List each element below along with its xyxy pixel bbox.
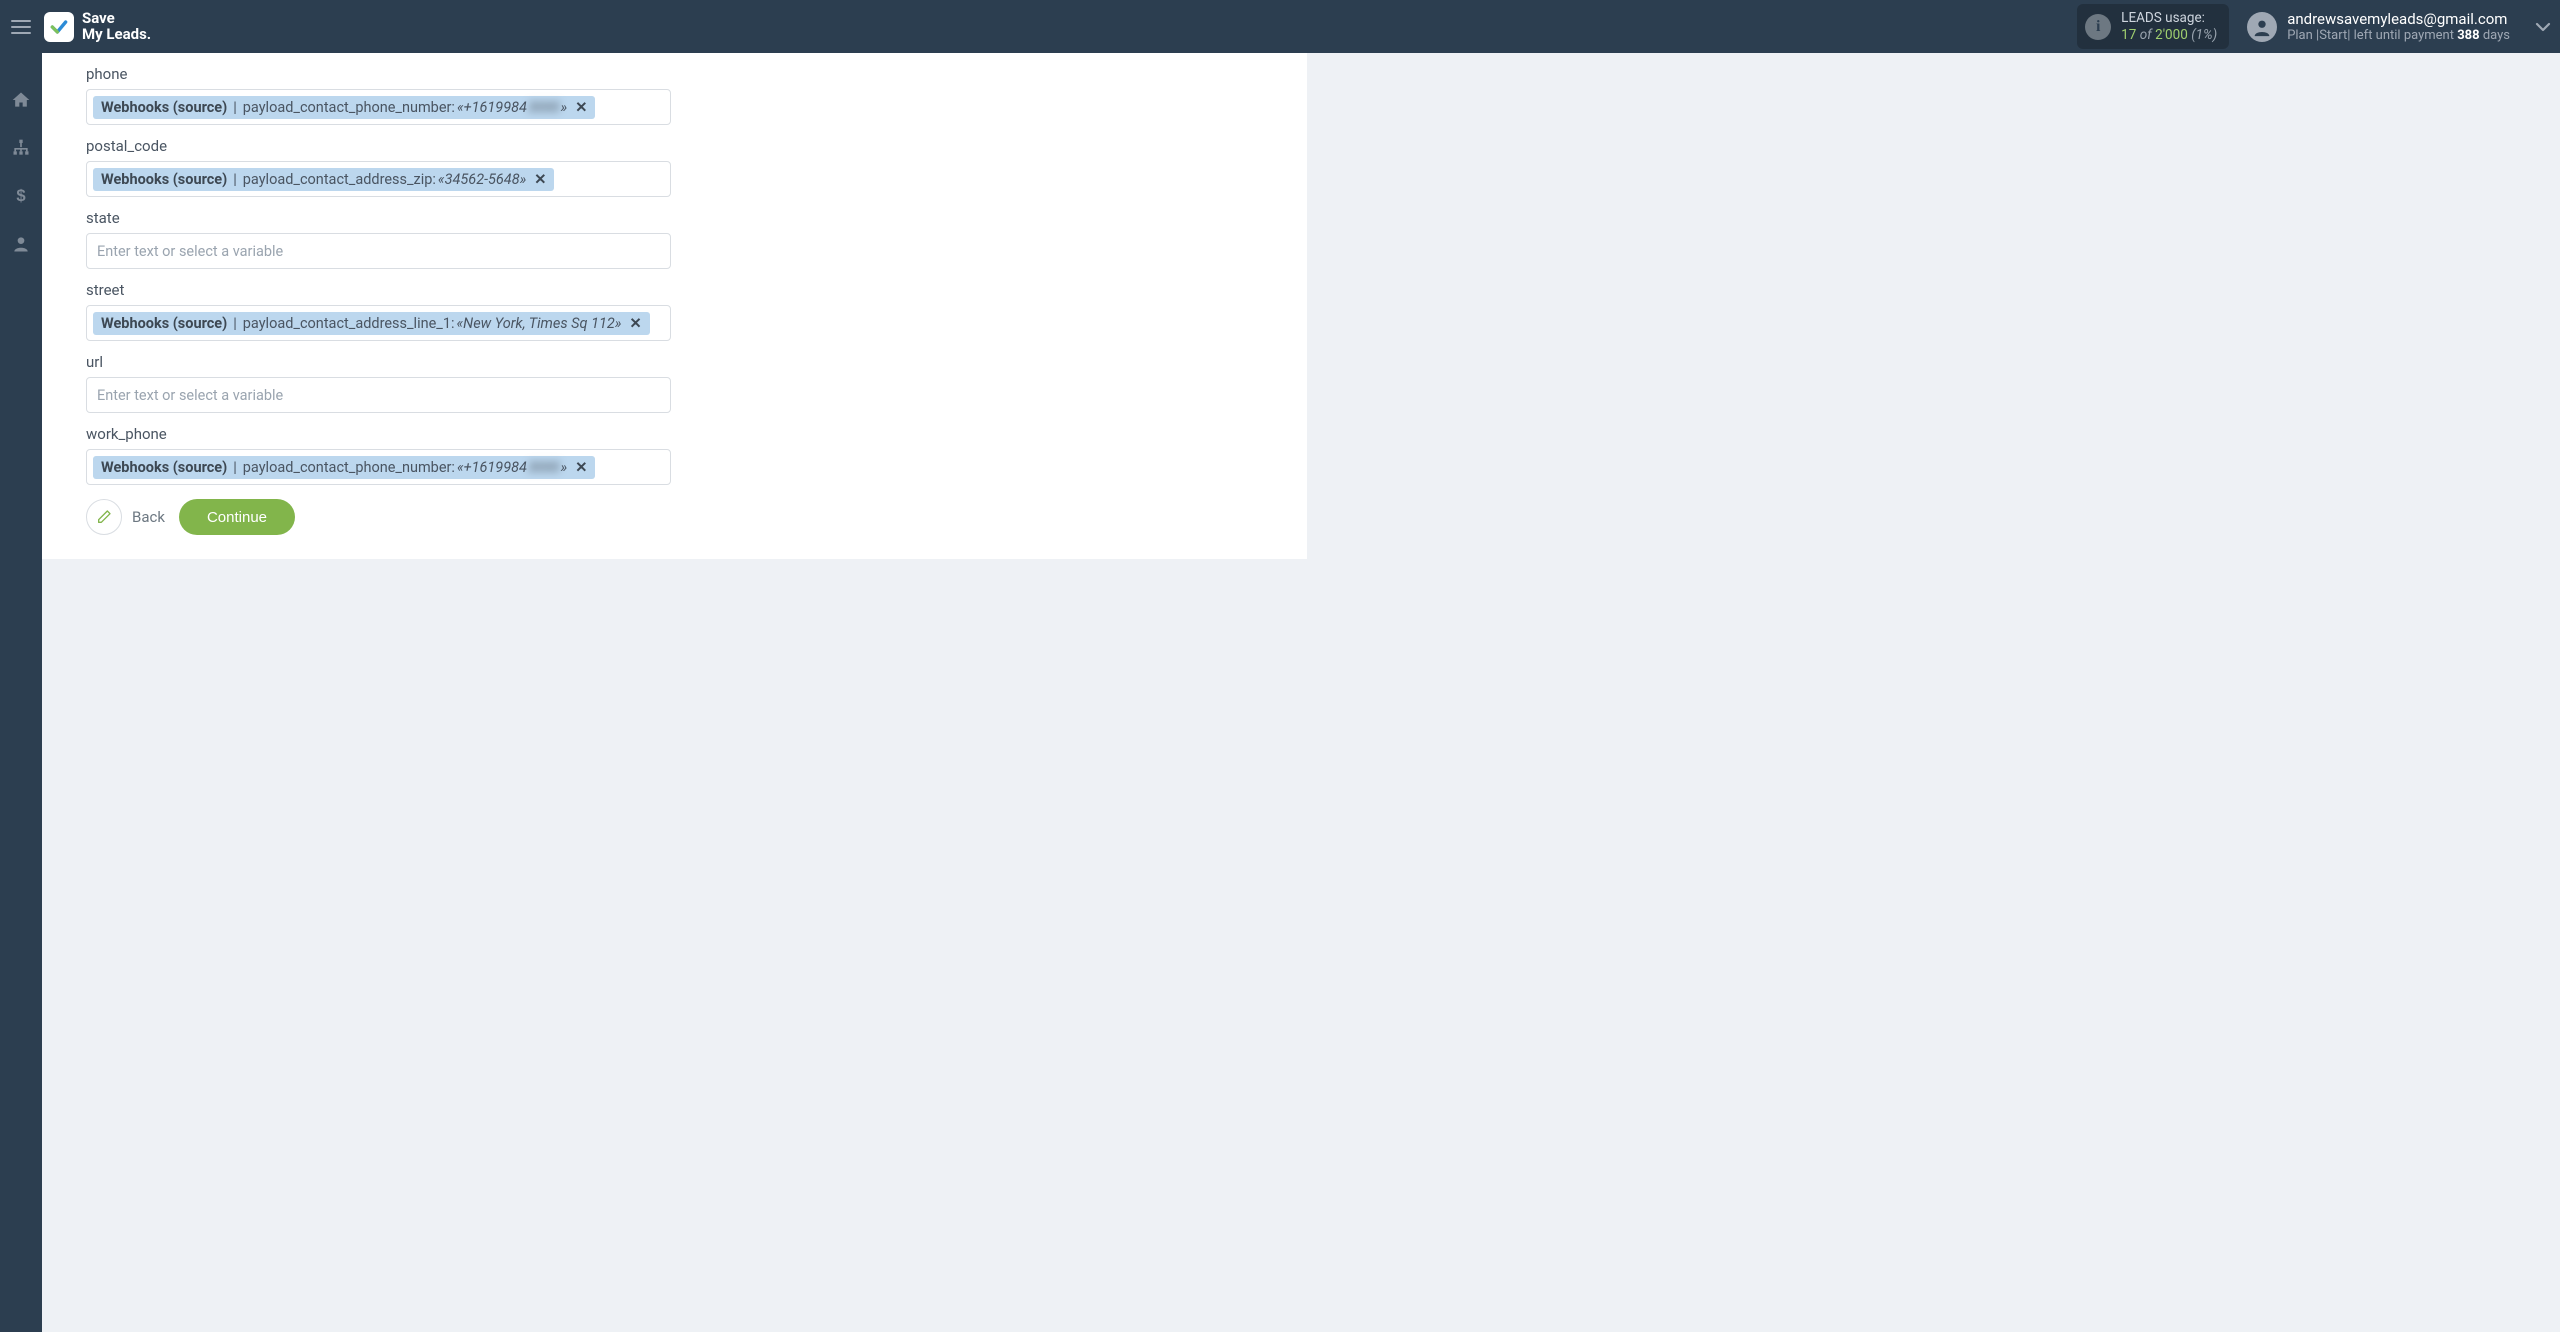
chip-path: payload_contact_address_zip:: [243, 171, 436, 188]
chip-remove-button[interactable]: ✕: [573, 99, 589, 116]
field-phone-label: phone: [86, 65, 1006, 83]
action-row: Back Continue: [86, 499, 1006, 535]
sidebar-item-connections[interactable]: [0, 133, 42, 163]
leads-usage-title: LEADS usage:: [2121, 10, 2217, 26]
field-street-chip: Webhooks (source) | payload_contact_addr…: [93, 312, 650, 335]
chip-source: Webhooks (source): [101, 99, 227, 116]
leads-usage-pill[interactable]: i LEADS usage: 17 of 2'000 (1%): [2077, 4, 2229, 48]
chip-example-prefix: «+1619984: [457, 99, 527, 116]
plan-days-number: 388: [2457, 28, 2479, 43]
field-phone-input[interactable]: Webhooks (source) | payload_contact_phon…: [86, 89, 671, 125]
sidebar-item-billing[interactable]: $: [0, 181, 42, 211]
field-state: state Enter text or select a variable: [86, 209, 1006, 269]
chip-example: «+16199843000»: [457, 99, 567, 116]
field-url-label: url: [86, 353, 1006, 371]
leads-usage-text: LEADS usage: 17 of 2'000 (1%): [2121, 10, 2217, 42]
field-work-phone-input[interactable]: Webhooks (source) | payload_contact_phon…: [86, 449, 671, 485]
sidebar-nav: $: [0, 53, 42, 1332]
field-phone: phone Webhooks (source) | payload_contac…: [86, 65, 1006, 125]
sidebar-item-home[interactable]: [0, 85, 42, 115]
leads-pct-value: (1%): [2191, 27, 2217, 43]
field-state-label: state: [86, 209, 1006, 227]
mapping-card: phone Webhooks (source) | payload_contac…: [42, 53, 1307, 559]
chip-example: «34562-5648»: [438, 171, 526, 188]
account-dropdown-toggle[interactable]: [2526, 0, 2560, 53]
field-street: street Webhooks (source) | payload_conta…: [86, 281, 1006, 341]
field-postal-code: postal_code Webhooks (source) | payload_…: [86, 137, 1006, 197]
field-url-input[interactable]: Enter text or select a variable: [86, 377, 671, 413]
back-button[interactable]: Back: [86, 499, 165, 535]
account-block: andrewsavemyleads@gmail.com Plan |Start|…: [2247, 10, 2520, 44]
main-content: phone Webhooks (source) | payload_contac…: [42, 53, 2560, 1332]
field-url: url Enter text or select a variable: [86, 353, 1006, 413]
chip-example-blur: 3000: [527, 459, 561, 476]
chip-source: Webhooks (source): [101, 459, 227, 476]
chip-example-suffix: »: [561, 99, 568, 116]
logo-mark-icon: [44, 12, 74, 42]
chip-remove-button[interactable]: ✕: [627, 315, 643, 332]
chip-source: Webhooks (source): [101, 315, 227, 332]
sidebar-item-account[interactable]: [0, 229, 42, 259]
field-postal-code-label: postal_code: [86, 137, 1006, 155]
chip-separator: |: [229, 99, 241, 116]
back-button-label: Back: [132, 508, 165, 526]
field-work-phone-label: work_phone: [86, 425, 1006, 443]
leads-of-text: of: [2140, 27, 2152, 43]
edit-pencil-icon: [86, 499, 122, 535]
chip-example-prefix: «+1619984: [457, 459, 527, 476]
brand-line-2: My Leads.: [82, 27, 151, 43]
chip-remove-button[interactable]: ✕: [532, 171, 548, 188]
field-url-placeholder: Enter text or select a variable: [97, 387, 283, 404]
chip-example: «+16199843000»: [457, 459, 567, 476]
hamburger-menu-button[interactable]: [0, 0, 42, 53]
account-email: andrewsavemyleads@gmail.com: [2287, 10, 2510, 28]
field-work-phone-chip: Webhooks (source) | payload_contact_phon…: [93, 456, 595, 479]
leads-cap-value: 2'000: [2155, 27, 2188, 43]
chip-path: payload_contact_phone_number:: [243, 459, 455, 476]
chip-example: «New York, Times Sq 112»: [457, 315, 622, 332]
field-street-label: street: [86, 281, 1006, 299]
field-state-input[interactable]: Enter text or select a variable: [86, 233, 671, 269]
continue-button[interactable]: Continue: [179, 499, 295, 535]
info-icon: i: [2085, 14, 2111, 40]
chip-example-suffix: »: [561, 459, 568, 476]
chip-remove-button[interactable]: ✕: [573, 459, 589, 476]
app-header: Save My Leads. i LEADS usage: 17 of 2'00…: [0, 0, 2560, 53]
field-state-placeholder: Enter text or select a variable: [97, 243, 283, 260]
chip-separator: |: [229, 459, 241, 476]
user-avatar-icon: [2247, 12, 2277, 42]
chip-path: payload_contact_phone_number:: [243, 99, 455, 116]
field-work-phone: work_phone Webhooks (source) | payload_c…: [86, 425, 1006, 485]
chip-example-blur: 3000: [527, 99, 561, 116]
chip-source: Webhooks (source): [101, 171, 227, 188]
leads-used-value: 17: [2121, 27, 2136, 43]
plan-prefix: Plan |Start| left until payment: [2287, 28, 2457, 43]
account-plan-line: Plan |Start| left until payment 388 days: [2287, 28, 2510, 44]
chip-separator: |: [229, 171, 241, 188]
field-postal-code-input[interactable]: Webhooks (source) | payload_contact_addr…: [86, 161, 671, 197]
brand-name: Save My Leads.: [82, 11, 151, 43]
chip-separator: |: [229, 315, 241, 332]
svg-text:$: $: [16, 186, 26, 205]
brand-logo[interactable]: Save My Leads.: [44, 11, 151, 43]
chip-path: payload_contact_address_line_1:: [243, 315, 455, 332]
field-street-input[interactable]: Webhooks (source) | payload_contact_addr…: [86, 305, 671, 341]
plan-days-suffix: days: [2480, 28, 2510, 43]
field-postal-code-chip: Webhooks (source) | payload_contact_addr…: [93, 168, 554, 191]
field-phone-chip: Webhooks (source) | payload_contact_phon…: [93, 96, 595, 119]
